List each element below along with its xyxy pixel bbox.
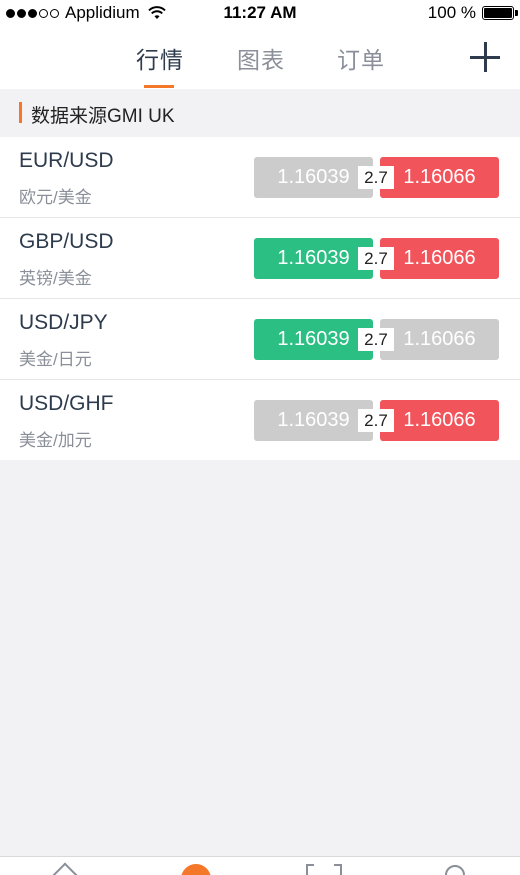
pair-code: USD/GHF (19, 392, 114, 415)
quote-row[interactable]: USD/GHF 美金/加元 1.16039 2.7 1.16066 (0, 380, 520, 460)
spread-value: 2.7 (358, 328, 394, 351)
pair-name: 美金/加元 (19, 431, 92, 450)
battery-percent: 100 % (427, 3, 476, 22)
bid-price-button[interactable]: 1.16039 (254, 238, 373, 279)
bid-price-button[interactable]: 1.16039 (254, 157, 373, 198)
quote-row[interactable]: USD/JPY 美金/日元 1.16039 2.7 1.16066 (0, 299, 520, 380)
add-icon[interactable] (470, 42, 500, 72)
bid-price-button[interactable]: 1.16039 (254, 319, 373, 360)
ask-price-button[interactable]: 1.16066 (380, 400, 499, 441)
pair-name: 美金/日元 (19, 350, 92, 369)
active-tab-indicator (144, 85, 174, 88)
status-bar: Applidium 11:27 AM 100 % (0, 0, 520, 27)
bottom-tab-bar (0, 856, 520, 875)
home-icon[interactable] (49, 862, 81, 875)
status-right: 100 % (427, 3, 518, 23)
spread-value: 2.7 (358, 166, 394, 189)
bid-price-button[interactable]: 1.16039 (254, 400, 373, 441)
ask-price-button[interactable]: 1.16066 (380, 157, 499, 198)
spread-value: 2.7 (358, 247, 394, 270)
tab-quotes[interactable]: 行情 (136, 41, 184, 75)
spread-value: 2.7 (358, 409, 394, 432)
data-source-bar: 数据来源GMI UK (0, 89, 520, 136)
scan-icon[interactable] (306, 864, 342, 875)
pair-name: 欧元/美金 (19, 188, 92, 207)
pair-code: GBP/USD (19, 230, 114, 253)
quote-row[interactable]: EUR/USD 欧元/美金 1.16039 2.7 1.16066 (0, 137, 520, 218)
tab-charts[interactable]: 图表 (237, 41, 285, 75)
section-marker (19, 102, 22, 123)
quote-list: EUR/USD 欧元/美金 1.16039 2.7 1.16066 GBP/US… (0, 137, 520, 460)
quote-row[interactable]: GBP/USD 英镑/美金 1.16039 2.7 1.16066 (0, 218, 520, 299)
top-nav: 行情 图表 订单 (0, 27, 520, 89)
ask-price-button[interactable]: 1.16066 (380, 238, 499, 279)
quotes-icon[interactable] (181, 864, 211, 875)
data-source-label: 数据来源GMI UK (31, 106, 175, 127)
tab-orders[interactable]: 订单 (337, 41, 385, 75)
pair-name: 英镑/美金 (19, 269, 92, 288)
battery-icon (482, 6, 518, 20)
ask-price-button[interactable]: 1.16066 (380, 319, 499, 360)
pair-code: EUR/USD (19, 149, 114, 172)
pair-code: USD/JPY (19, 311, 108, 334)
